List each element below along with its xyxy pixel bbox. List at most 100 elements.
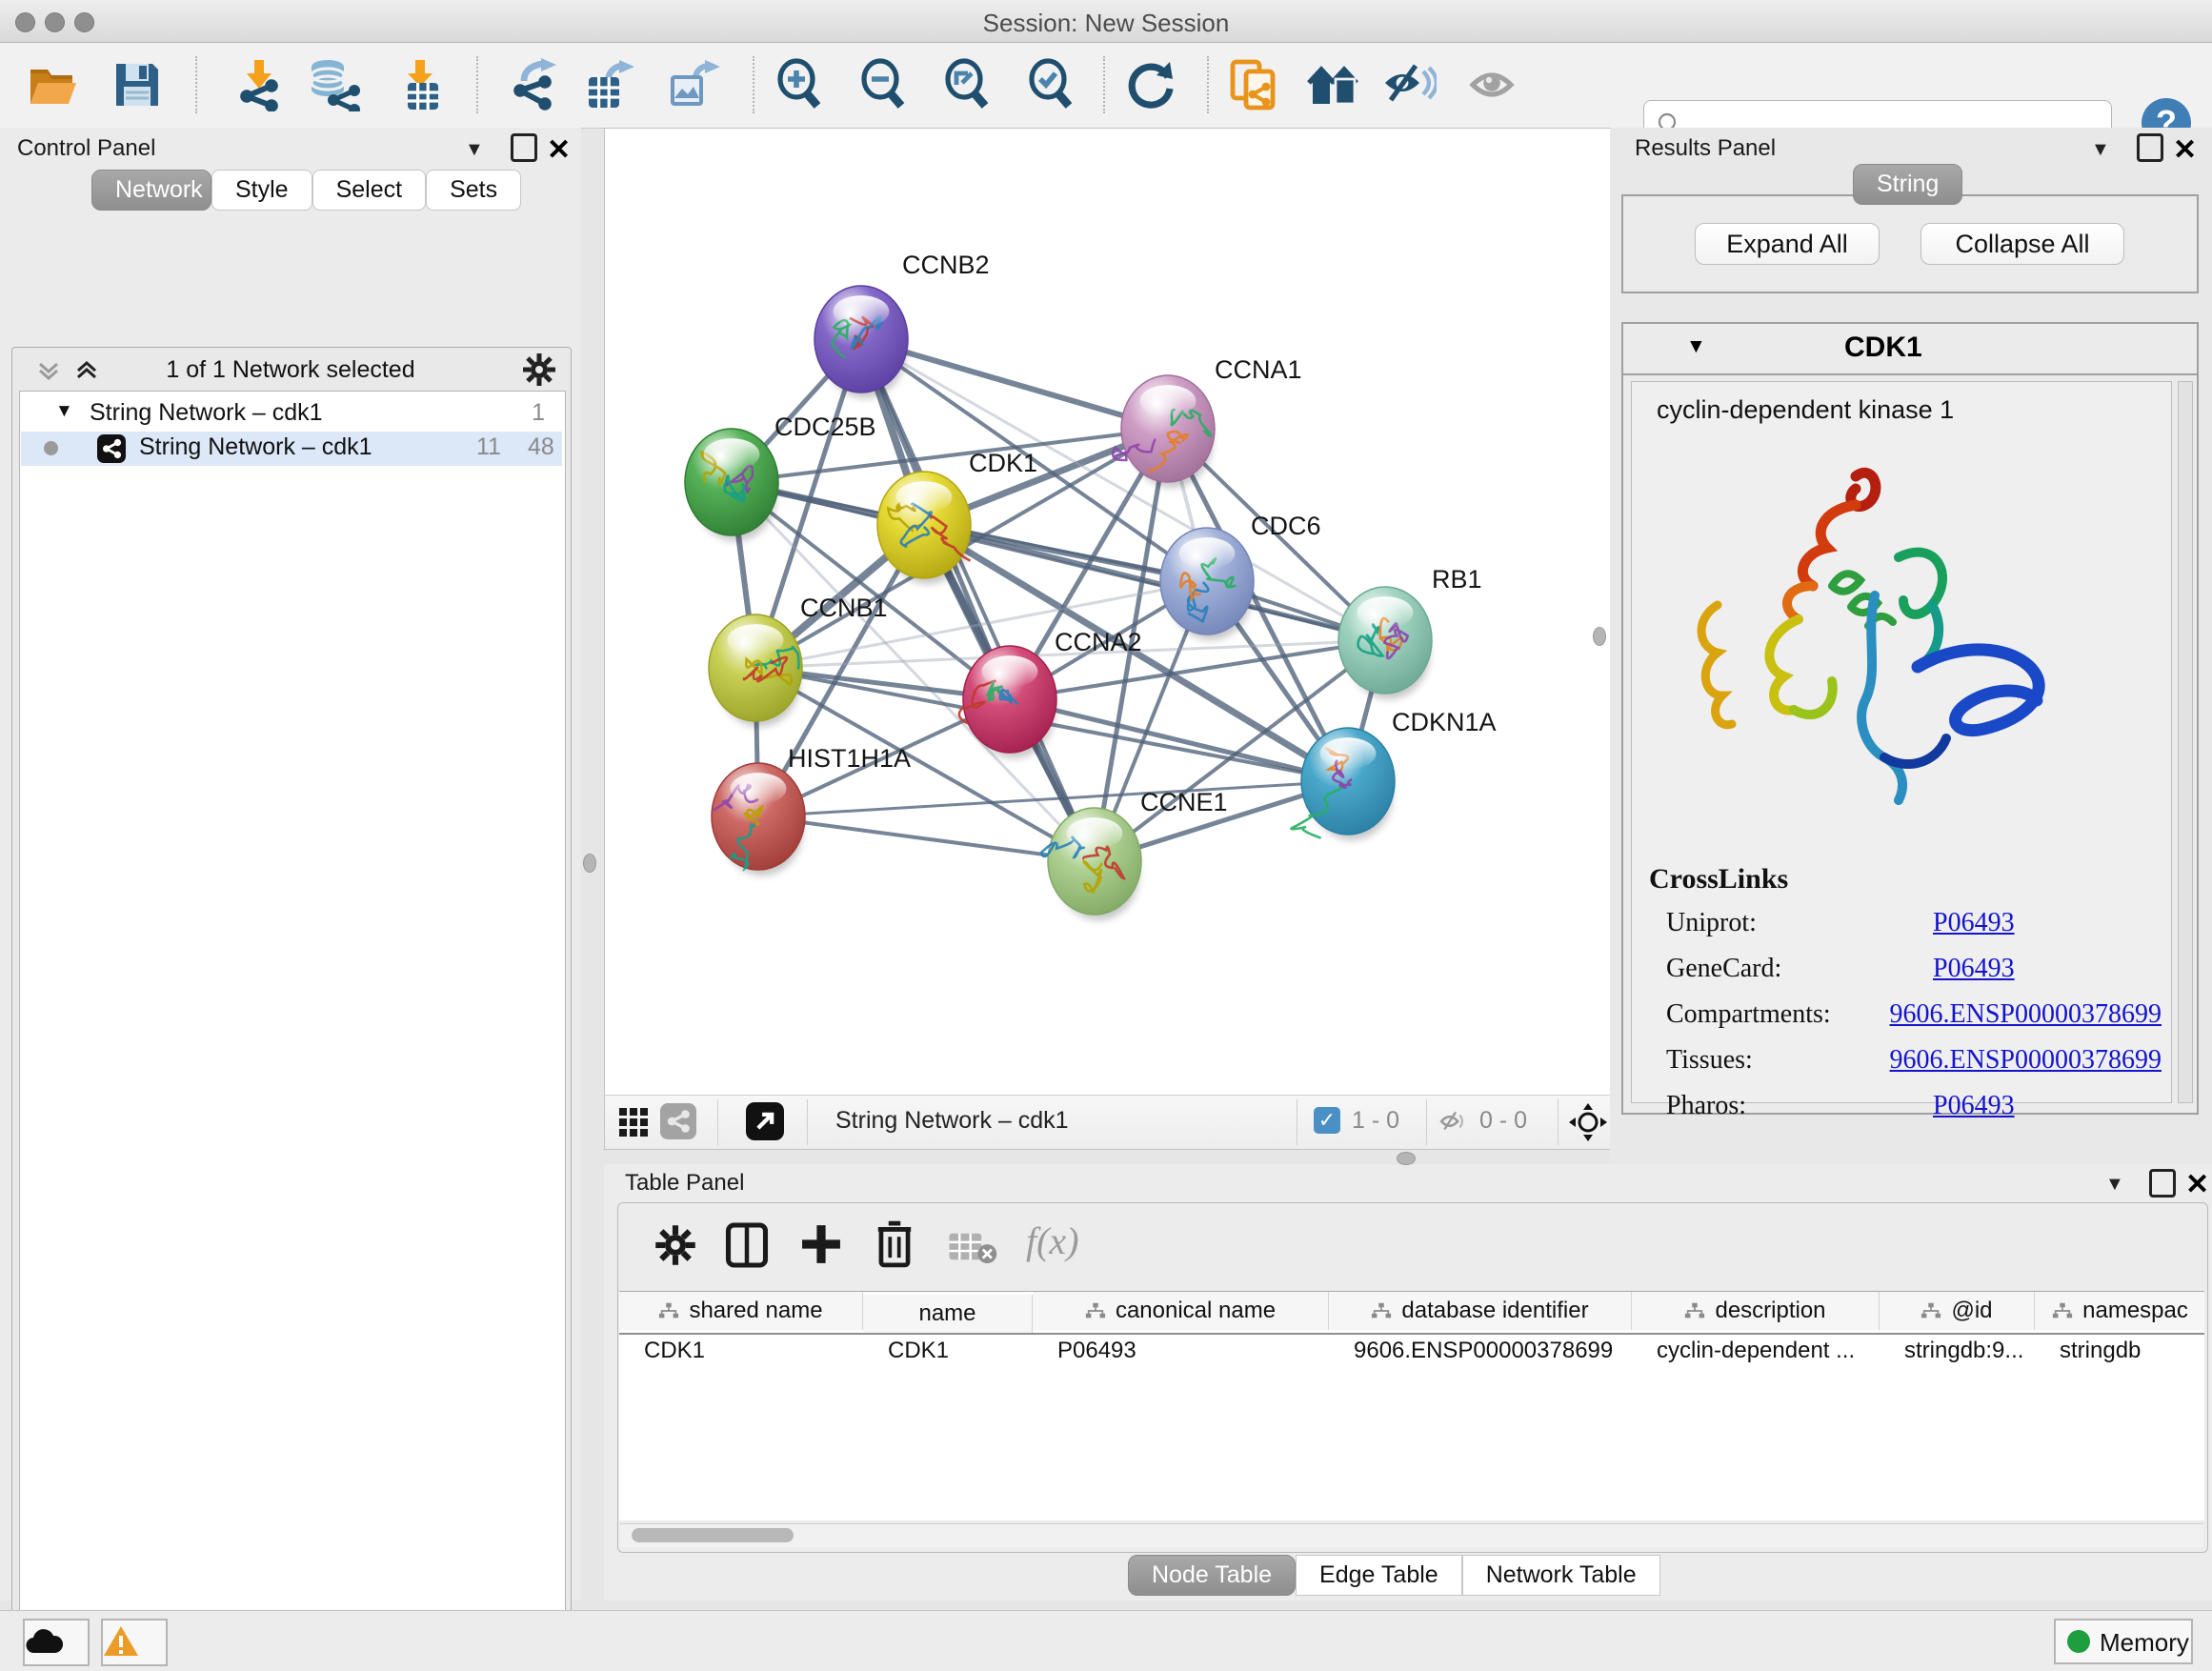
crosslink-row: Tissues:9606.ENSP00000378699 <box>1666 1045 2162 1076</box>
table-panel-collapse-icon[interactable]: ▼ <box>2105 1174 2124 1196</box>
tab-select[interactable]: Select <box>312 170 426 211</box>
column-header-database-identifier[interactable]: database identifier <box>1329 1292 1632 1330</box>
import-network-from-database-icon[interactable] <box>307 58 360 111</box>
function-builder-icon[interactable]: f(x) <box>1026 1218 1079 1263</box>
save-session-icon[interactable] <box>111 58 164 111</box>
column-header-shared-name[interactable]: shared name <box>619 1292 863 1330</box>
crosslink-value-link[interactable]: 9606.ENSP00000378699 <box>1890 1045 2162 1076</box>
tab-edge-table[interactable]: Edge Table <box>1296 1555 1462 1596</box>
pan-mode-icon[interactable] <box>1567 1101 1609 1143</box>
network-view-toolbar: String Network – cdk1 ✓ 1 - 0 0 - 0 <box>604 1095 1613 1150</box>
string-network-graph[interactable]: CCNB2CCNA1CDC25BCDK1CDC6RB1CCNB1CCNA2CDK… <box>605 129 1611 1095</box>
column-header-description[interactable]: description <box>1632 1292 1880 1330</box>
table-body: CDK1CDK1P064939606.ENSP00000378699cyclin… <box>619 1335 2204 1378</box>
table-hscrollbar[interactable] <box>620 1523 2203 1547</box>
show-column-icon[interactable] <box>725 1222 769 1268</box>
results-scrollbar[interactable] <box>2178 381 2193 1103</box>
column-header-canonical-name[interactable]: canonical name <box>1033 1292 1329 1330</box>
warning-button[interactable] <box>101 1619 168 1666</box>
crosslink-value-link[interactable]: P06493 <box>1933 954 2015 984</box>
network-options-gear-icon[interactable] <box>522 352 556 387</box>
left-splitter-grip[interactable] <box>583 854 596 873</box>
table-hscrollbar-thumb[interactable] <box>632 1528 794 1542</box>
zoom-fit-content-icon[interactable] <box>941 58 995 111</box>
control-panel-tabs: NetworkStyleSelectSets <box>91 170 521 211</box>
control-panel-close-icon[interactable]: ✕ <box>547 133 571 167</box>
tab-network-table[interactable]: Network Table <box>1462 1555 1660 1596</box>
network-row[interactable]: String Network – cdk1 11 48 <box>21 432 562 466</box>
column-header--id[interactable]: @id <box>1880 1292 2035 1330</box>
tab-sets[interactable]: Sets <box>426 170 521 211</box>
table-cell[interactable]: P06493 <box>1033 1335 1329 1373</box>
first-neighbors-icon[interactable] <box>1307 58 1360 111</box>
crosslink-value-link[interactable]: P06493 <box>1933 908 2015 938</box>
control-panel-collapse-icon[interactable]: ▼ <box>465 139 484 161</box>
delete-column-icon[interactable] <box>874 1220 915 1268</box>
tab-style[interactable]: Style <box>211 170 312 211</box>
selected-checkbox-icon[interactable]: ✓ <box>1314 1107 1340 1134</box>
grid-view-icon[interactable] <box>618 1107 649 1137</box>
network-overview-icon[interactable] <box>660 1103 696 1139</box>
collection-expand-icon[interactable]: ▼ <box>55 401 73 422</box>
table-panel: Table Panel ▼ ✕ f(x) shared namenamecano… <box>604 1164 2212 1601</box>
crosslinks-title: CrossLinks <box>1649 863 1788 896</box>
collapse-all-button[interactable]: Collapse All <box>1920 223 2124 265</box>
zoom-in-icon[interactable] <box>774 58 827 111</box>
tab-network[interactable]: Network <box>91 170 211 211</box>
hide-selection-icon[interactable] <box>1383 58 1437 111</box>
results-panel-close-icon[interactable]: ✕ <box>2173 133 2197 167</box>
show-all-icon[interactable] <box>1469 58 1522 111</box>
zoom-out-icon[interactable] <box>857 58 911 111</box>
table-panel-close-icon[interactable]: ✕ <box>2185 1168 2209 1201</box>
table-cell[interactable]: 9606.ENSP00000378699 <box>1329 1335 1632 1373</box>
table-options-gear-icon[interactable] <box>654 1224 696 1266</box>
export-network-icon[interactable] <box>505 58 558 111</box>
new-network-from-selection-icon[interactable] <box>1229 58 1282 111</box>
import-table-from-file-icon[interactable] <box>394 58 448 111</box>
control-panel-float-icon[interactable] <box>511 133 537 162</box>
table-panel-float-icon[interactable] <box>2149 1169 2176 1198</box>
crosslink-value-link[interactable]: 9606.ENSP00000378699 <box>1890 999 2162 1030</box>
entry-header[interactable]: ▼ CDK1 <box>1623 324 2197 375</box>
network-canvas[interactable]: CCNB2CCNA1CDC25BCDK1CDC6RB1CCNB1CCNA2CDK… <box>604 128 1612 1096</box>
zoom-selected-icon[interactable] <box>1025 58 1078 111</box>
results-entry-box: ▼ CDK1 cyclin-dependent kinase 1 <box>1621 322 2199 1115</box>
network-tree: ▼ String Network – cdk1 1 String Network… <box>19 391 566 1671</box>
right-splitter-grip[interactable] <box>1593 627 1606 646</box>
tab-string[interactable]: String <box>1853 164 1962 205</box>
export-table-icon[interactable] <box>583 58 636 111</box>
title-bar: Session: New Session <box>0 0 2212 43</box>
window-title: Session: New Session <box>0 9 2212 38</box>
open-session-icon[interactable] <box>27 58 80 111</box>
tab-node-table[interactable]: Node Table <box>1128 1555 1296 1596</box>
results-panel-float-icon[interactable] <box>2137 133 2163 162</box>
results-panel-collapse-icon[interactable]: ▼ <box>2091 139 2110 161</box>
export-image-icon[interactable] <box>667 58 720 111</box>
crosslink-label: Uniprot: <box>1666 908 1933 938</box>
table-row[interactable]: CDK1CDK1P064939606.ENSP00000378699cyclin… <box>619 1335 2204 1378</box>
table-cell[interactable]: CDK1 <box>619 1335 863 1373</box>
delete-table-icon[interactable] <box>948 1232 997 1264</box>
table-cell[interactable]: CDK1 <box>863 1335 1033 1373</box>
expand-all-button[interactable]: Expand All <box>1695 223 1880 265</box>
table-cell[interactable]: stringdb:9... <box>1880 1335 2035 1373</box>
entry-collapse-icon[interactable]: ▼ <box>1686 335 1706 358</box>
expand-all-icon[interactable] <box>72 356 101 385</box>
bottom-splitter-grip[interactable] <box>1397 1152 1416 1165</box>
network-collection-row[interactable]: ▼ String Network – cdk1 1 <box>21 397 562 432</box>
import-network-from-file-icon[interactable] <box>231 58 285 111</box>
cloud-button[interactable] <box>23 1619 90 1666</box>
apply-preferred-layout-icon[interactable] <box>1124 58 1177 111</box>
table-cell[interactable]: stringdb <box>2035 1335 2204 1373</box>
detach-view-icon[interactable] <box>746 1102 784 1140</box>
create-column-icon[interactable] <box>799 1222 843 1266</box>
column-header-name[interactable]: name <box>863 1295 1033 1333</box>
table-cell[interactable]: cyclin-dependent ... <box>1632 1335 1880 1373</box>
crosslink-value-link[interactable]: P06493 <box>1933 1091 2015 1121</box>
column-header-namespac[interactable]: namespac <box>2035 1292 2204 1330</box>
memory-button[interactable]: Memory <box>2054 1619 2193 1664</box>
collapse-all-icon[interactable] <box>34 356 63 385</box>
table-panel-title: Table Panel <box>625 1170 744 1197</box>
crosslink-label: Pharos: <box>1666 1091 1933 1121</box>
crosslink-row: Compartments:9606.ENSP00000378699 <box>1666 999 2162 1030</box>
